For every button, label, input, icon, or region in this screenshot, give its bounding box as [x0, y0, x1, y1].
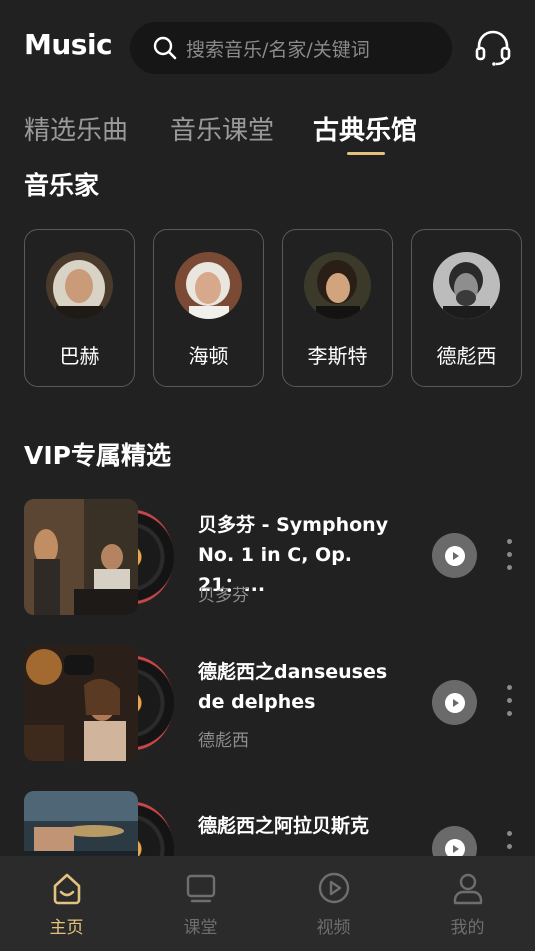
track-artist: 德彪西 — [198, 731, 249, 751]
play-button[interactable] — [432, 533, 477, 578]
track-title: 德彪西之阿拉贝斯克 — [198, 815, 370, 837]
track-artist: 贝多芬 — [198, 586, 249, 606]
cover-image — [24, 645, 138, 761]
composer-name: 海顿 — [188, 344, 229, 368]
nav-classroom[interactable]: 课堂 — [134, 856, 267, 951]
header: Music 搜索音乐/名家/关键词 — [0, 22, 535, 74]
composer-card[interactable]: 海顿 — [153, 229, 264, 387]
nav-home[interactable]: 主页 — [0, 856, 133, 951]
vip-section-title: VIP专属精选 — [24, 441, 171, 470]
composer-portrait — [304, 252, 371, 319]
tab-music-class[interactable]: 音乐课堂 — [170, 110, 274, 147]
nav-profile[interactable]: 我的 — [401, 856, 534, 951]
composers-section-title: 音乐家 — [24, 171, 100, 200]
headset-icon[interactable] — [474, 30, 512, 66]
home-icon — [53, 873, 81, 905]
profile-icon — [453, 873, 483, 905]
track-item[interactable]: 德彪西之danseuses de delphes 德彪西 — [0, 645, 535, 765]
composer-name: 巴赫 — [59, 344, 100, 368]
nav-label: 主页 — [49, 918, 84, 938]
category-tabs: 精选乐曲 音乐课堂 古典乐馆 — [0, 110, 535, 160]
more-options-icon[interactable] — [503, 685, 515, 721]
composer-portrait — [46, 252, 113, 319]
composer-card[interactable]: 李斯特 — [282, 229, 393, 387]
track-title: 德彪西之danseuses de delphes — [198, 661, 388, 713]
play-button[interactable] — [432, 680, 477, 725]
search-icon — [153, 36, 177, 60]
composers-list: 巴赫 海顿 李斯特 德彪西 — [24, 229, 535, 389]
composer-card[interactable]: 巴赫 — [24, 229, 135, 387]
nav-label: 视频 — [316, 918, 351, 938]
active-tab-indicator — [347, 152, 385, 155]
tab-classical-hall[interactable]: 古典乐馆 — [313, 110, 417, 147]
video-icon — [318, 872, 350, 904]
search-bar[interactable]: 搜索音乐/名家/关键词 — [130, 22, 452, 74]
classroom-icon — [186, 874, 216, 903]
play-icon — [444, 692, 465, 713]
play-icon — [444, 545, 465, 566]
composer-card[interactable]: 德彪西 — [411, 229, 522, 387]
track-cover — [24, 499, 174, 615]
more-options-icon[interactable] — [503, 539, 515, 575]
bottom-navigation: 主页 课堂 视频 我的 — [0, 856, 535, 951]
track-cover — [24, 645, 174, 761]
nav-video[interactable]: 视频 — [267, 856, 400, 951]
composer-name: 德彪西 — [436, 344, 497, 368]
nav-label: 课堂 — [183, 918, 218, 938]
app-logo: Music — [24, 28, 113, 61]
tab-featured[interactable]: 精选乐曲 — [24, 110, 128, 147]
track-item[interactable]: 贝多芬 - Symphony No. 1 in C, Op. 21：... 贝多… — [0, 499, 535, 619]
composer-portrait — [175, 252, 242, 319]
composer-name: 李斯特 — [307, 344, 368, 368]
nav-label: 我的 — [450, 918, 485, 938]
search-placeholder: 搜索音乐/名家/关键词 — [186, 38, 370, 61]
cover-image — [24, 499, 138, 615]
composer-portrait — [433, 252, 500, 319]
